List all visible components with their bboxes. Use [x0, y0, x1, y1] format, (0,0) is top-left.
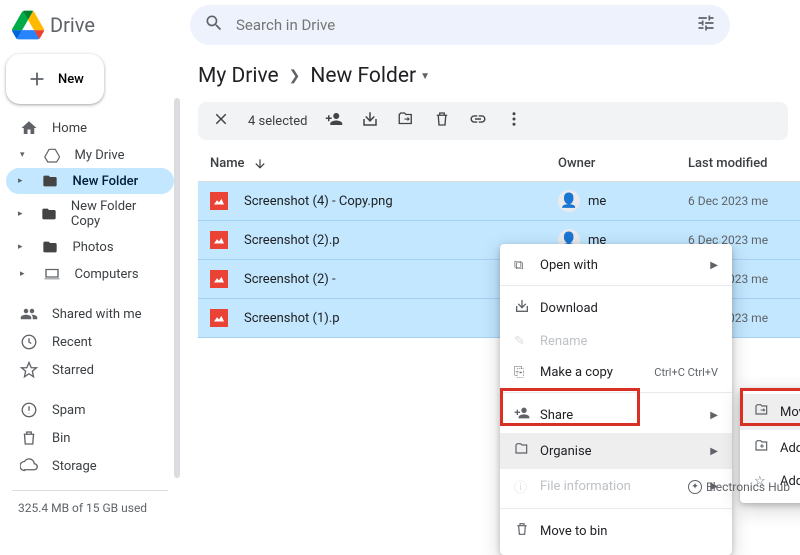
ctx-addshortcut[interactable]: Add shortcut [740, 430, 800, 466]
image-file-icon [210, 192, 228, 210]
chevron-right-icon: ▶ [710, 410, 718, 421]
header: Drive [0, 0, 800, 50]
recent-icon [20, 333, 38, 351]
bin-icon [514, 521, 540, 541]
info-icon: ⓘ [514, 477, 540, 496]
ctx-download[interactable]: Download [500, 290, 732, 326]
selection-toolbar: 4 selected [198, 102, 788, 140]
copy-icon: ⎘ [514, 365, 540, 380]
breadcrumb: My Drive ❯ New Folder ▼ [198, 56, 800, 102]
caret-icon: ▸ [18, 176, 23, 186]
open-icon: ⧉ [514, 258, 540, 273]
caret-icon: ▸ [18, 242, 23, 252]
chevron-right-icon: ❯ [289, 68, 301, 84]
col-header-name[interactable]: Name [210, 156, 558, 171]
share-icon [514, 405, 540, 425]
share-user-icon[interactable] [325, 110, 343, 132]
watermark-icon: ✦ [688, 480, 702, 494]
storage-icon [20, 457, 38, 475]
more-icon[interactable] [505, 110, 523, 132]
table-header: Name Owner Last modified [198, 146, 800, 182]
download-icon [514, 298, 540, 318]
caret-icon: ▸ [20, 269, 25, 279]
nav-spam[interactable]: Spam [6, 396, 174, 424]
nav-newfoldercopy[interactable]: ▸New Folder Copy [6, 194, 174, 234]
delete-icon[interactable] [433, 110, 451, 132]
shortcut-icon [754, 438, 780, 458]
search-bar[interactable] [190, 5, 730, 45]
context-menu: ⧉Open with▶ Download ✎Rename ⎘Make a cop… [500, 244, 732, 555]
link-icon[interactable] [469, 110, 487, 132]
organise-icon [514, 441, 540, 461]
file-owner: 👤me [558, 190, 688, 212]
nav-photos[interactable]: ▸Photos [6, 234, 174, 260]
avatar-icon: 👤 [558, 190, 580, 212]
table-row[interactable]: Screenshot (4) - Copy.png 👤me 6 Dec 2023… [198, 182, 800, 221]
nav-bin[interactable]: Bin [6, 424, 174, 452]
logo-text: Drive [50, 13, 95, 37]
move-icon [754, 402, 780, 422]
nav-newfolder[interactable]: ▸New Folder [6, 168, 174, 194]
move-icon[interactable] [397, 110, 415, 132]
shared-icon [20, 305, 38, 323]
file-name: Screenshot (4) - Copy.png [244, 194, 558, 209]
nav-recent[interactable]: Recent [6, 328, 174, 356]
image-file-icon [210, 231, 228, 249]
nav-storage[interactable]: Storage [6, 452, 174, 480]
arrow-down-icon [253, 157, 267, 171]
nav-shared[interactable]: Shared with me [6, 300, 174, 328]
logo[interactable]: Drive [12, 9, 190, 41]
search-icon [204, 13, 224, 37]
home-icon [20, 119, 38, 137]
nav-starred[interactable]: Starred [6, 356, 174, 384]
ctx-makecopy[interactable]: ⎘Make a copyCtrl+C Ctrl+V [500, 357, 732, 388]
ctx-share[interactable]: Share▶ [500, 397, 732, 433]
file-modified: 6 Dec 2023 me [688, 194, 788, 208]
ctx-rename: ✎Rename [500, 326, 732, 357]
content-area: My Drive ❯ New Folder ▼ 4 selected Name … [180, 50, 800, 500]
ctx-movetobin[interactable]: Move to bin [500, 513, 732, 549]
chevron-right-icon: ▶ [710, 446, 718, 457]
chevron-right-icon: ▶ [710, 260, 718, 271]
image-file-icon [210, 309, 228, 327]
star-icon [20, 361, 38, 379]
selected-count: 4 selected [248, 114, 307, 129]
bin-icon [20, 429, 38, 447]
nav-home[interactable]: Home [6, 114, 174, 142]
folder-icon [41, 206, 57, 222]
col-header-modified[interactable]: Last modified [688, 156, 788, 171]
ctx-organise[interactable]: Organise▶ [500, 433, 732, 469]
nav-computers[interactable]: ▸Computers [6, 260, 174, 288]
sidebar: New Home ▾My Drive ▸New Folder ▸New Fold… [0, 50, 180, 500]
drive-icon [43, 147, 61, 163]
close-icon[interactable] [212, 110, 230, 132]
new-button[interactable]: New [6, 54, 104, 104]
plus-icon [26, 68, 48, 90]
nav-mydrive[interactable]: ▾My Drive [6, 142, 174, 168]
computers-icon [43, 265, 61, 283]
watermark: ✦ Electronics Hub [688, 480, 790, 494]
breadcrumb-current[interactable]: New Folder ▼ [310, 64, 430, 88]
search-input[interactable] [236, 16, 696, 34]
caret-icon: ▸ [18, 209, 23, 219]
ctx-move[interactable]: Move [740, 394, 800, 430]
spam-icon [20, 401, 38, 419]
storage-text: 325.4 MB of 15 GB used [6, 501, 174, 515]
caret-down-icon: ▼ [420, 71, 430, 82]
rename-icon: ✎ [514, 334, 540, 349]
folder-icon [41, 173, 59, 189]
drive-logo-icon [12, 9, 44, 41]
image-file-icon [210, 270, 228, 288]
download-icon[interactable] [361, 110, 379, 132]
ctx-open-with[interactable]: ⧉Open with▶ [500, 250, 732, 281]
folder-icon [41, 239, 59, 255]
filter-icon[interactable] [696, 13, 716, 37]
new-button-label: New [58, 72, 84, 87]
main-layout: New Home ▾My Drive ▸New Folder ▸New Fold… [0, 50, 800, 500]
caret-icon: ▾ [20, 150, 25, 160]
col-header-owner[interactable]: Owner [558, 156, 688, 171]
breadcrumb-root[interactable]: My Drive [198, 64, 279, 88]
